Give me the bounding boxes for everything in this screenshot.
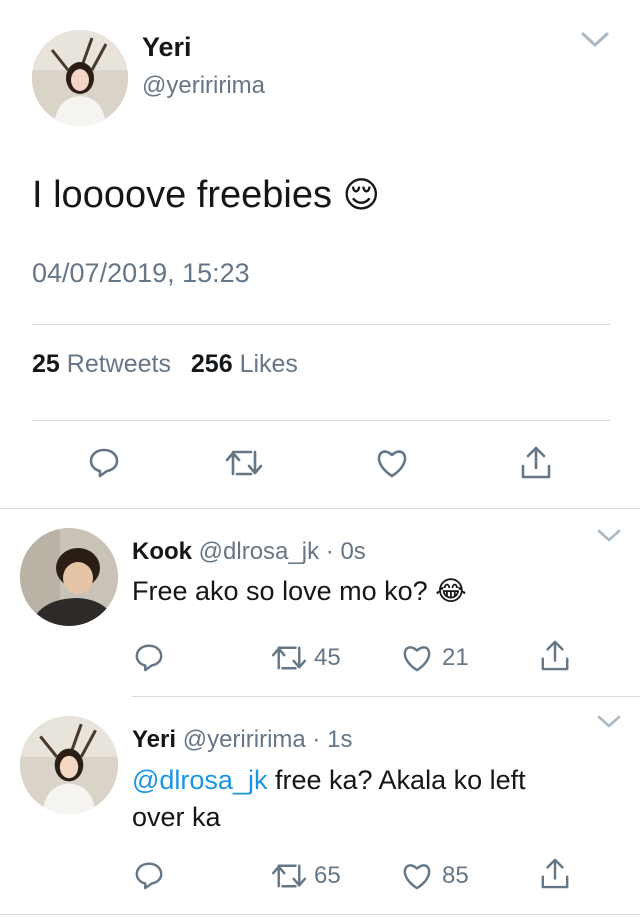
main-tweet-text: I loooove freebies 😌 bbox=[32, 174, 380, 217]
reply2-time: 1s bbox=[327, 726, 353, 753]
share-icon[interactable] bbox=[540, 638, 570, 672]
reply1-separator: · bbox=[325, 538, 334, 565]
retweet-icon[interactable] bbox=[270, 644, 308, 672]
reply2-body-line1: free ka? Akala ko left bbox=[267, 765, 526, 795]
likes-label[interactable]: Likes bbox=[240, 350, 298, 378]
reply-icon[interactable] bbox=[88, 446, 120, 478]
divider-stats-bottom bbox=[32, 420, 610, 421]
share-icon[interactable] bbox=[540, 856, 570, 890]
reply2-retweet-count: 65 bbox=[314, 862, 341, 889]
reply1-text: Free ako so love mo ko? 😂 bbox=[132, 576, 467, 607]
relieved-face-emoji: 😌 bbox=[342, 174, 381, 215]
likes-count[interactable]: 256 bbox=[191, 350, 233, 378]
reply1-retweet-count: 45 bbox=[314, 644, 341, 671]
avatar-yeri-main[interactable] bbox=[32, 30, 128, 126]
reply2-display-name[interactable]: Yeri bbox=[132, 726, 176, 753]
reply1-like-count: 21 bbox=[442, 644, 469, 671]
divider-main-end bbox=[0, 508, 640, 509]
reply1-header: Kook @dlrosa_jk · 0s bbox=[132, 538, 366, 566]
reply2-handle[interactable]: @yeriririma bbox=[183, 726, 306, 753]
tweet-stats: 25 Retweets 256 Likes bbox=[32, 350, 298, 379]
divider-bottom bbox=[0, 914, 640, 915]
retweet-icon[interactable] bbox=[270, 862, 308, 890]
retweets-count[interactable]: 25 bbox=[32, 350, 60, 378]
tweet-text: I loooove freebies bbox=[32, 174, 332, 216]
avatar-yeri-reply[interactable] bbox=[20, 716, 118, 814]
reply1-handle[interactable]: @dlrosa_jk bbox=[199, 538, 319, 565]
tweet-timestamp: 04/07/2019, 15:23 bbox=[32, 258, 250, 288]
share-icon[interactable] bbox=[520, 444, 552, 480]
reply1-time: 0s bbox=[340, 538, 366, 565]
reply2-body-line2: over ka bbox=[132, 802, 221, 832]
reply2-header: Yeri @yeriririma · 1s bbox=[132, 726, 352, 754]
avatar-kook[interactable] bbox=[20, 528, 118, 626]
retweets-label[interactable]: Retweets bbox=[67, 350, 171, 378]
chevron-down-icon[interactable] bbox=[580, 30, 610, 50]
reply2-text: @dlrosa_jk free ka? Akala ko left over k… bbox=[132, 762, 602, 836]
like-icon[interactable] bbox=[376, 448, 408, 478]
like-icon[interactable] bbox=[402, 644, 432, 672]
mention-link[interactable]: @dlrosa_jk bbox=[132, 765, 267, 795]
tears-of-joy-emoji: 😂 bbox=[435, 576, 467, 606]
main-handle[interactable]: @yeriririma bbox=[142, 72, 265, 100]
like-icon[interactable] bbox=[402, 862, 432, 890]
chevron-down-icon[interactable] bbox=[596, 528, 622, 544]
reply-icon[interactable] bbox=[134, 642, 164, 672]
reply2-like-count: 85 bbox=[442, 862, 469, 889]
chevron-down-icon[interactable] bbox=[596, 714, 622, 730]
reply1-body: Free ako so love mo ko? bbox=[132, 576, 428, 606]
divider-stats-top bbox=[32, 324, 610, 325]
reply-icon[interactable] bbox=[134, 860, 164, 890]
reply1-display-name[interactable]: Kook bbox=[132, 538, 192, 565]
divider-reply1-end bbox=[132, 696, 640, 697]
reply2-separator: · bbox=[312, 726, 321, 753]
retweet-icon[interactable] bbox=[224, 448, 264, 478]
main-display-name[interactable]: Yeri bbox=[142, 32, 192, 63]
